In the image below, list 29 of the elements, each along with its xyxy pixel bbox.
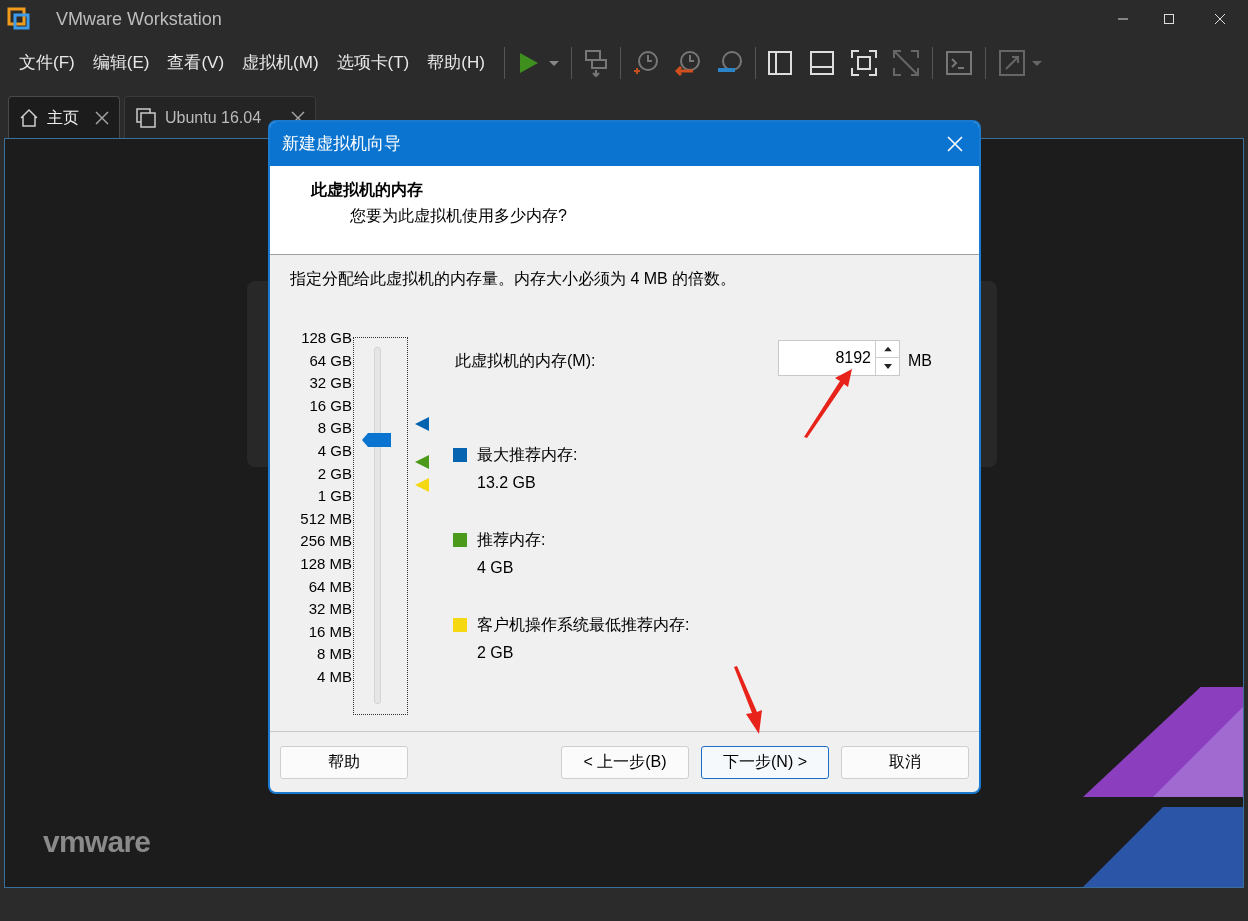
slider-tick-label: 128 GB [301, 328, 352, 348]
slider-tick-label: 4 GB [317, 440, 352, 461]
slider-tick-label: 64 GB [309, 350, 352, 371]
instruction-text: 指定分配给此虚拟机的内存量。内存大小必须为 4 MB 的倍数。 [290, 269, 738, 289]
legend-label: 推荐内存: [477, 530, 546, 550]
legend-label: 最大推荐内存: [477, 445, 578, 465]
page-subheading: 您要为此虚拟机使用多少内存? [350, 206, 568, 226]
slider-tick-label: 2 GB [317, 463, 352, 484]
memory-unit: MB [908, 351, 932, 371]
slider-tick-label: 16 GB [309, 395, 352, 416]
slider-tick-label: 512 MB [300, 508, 352, 529]
slider-tick-label: 8 GB [317, 418, 352, 439]
legend-value: 4 GB [477, 558, 515, 578]
slider-tick-label: 16 MB [308, 621, 352, 642]
legend-value: 2 GB [477, 643, 515, 663]
window-title: VMware Workstation [56, 7, 222, 31]
memory-label: 此虚拟机的内存(M): [455, 351, 596, 371]
slider-tick-label: 8 MB [317, 644, 352, 665]
slider-tick-label: 128 MB [300, 553, 352, 574]
legend-value: 13.2 GB [477, 473, 537, 493]
slider-tick-label: 1 GB [317, 486, 352, 507]
legend-label: 客户机操作系统最低推荐内存: [477, 615, 690, 635]
slider-tick-label: 32 MB [308, 599, 352, 620]
slider-tick-label: 64 MB [308, 576, 352, 597]
slider-tick-label: 32 GB [309, 373, 352, 394]
slider-tick-label: 4 MB [317, 666, 352, 687]
page-heading: 此虚拟机的内存 [311, 179, 424, 201]
vmware-logo: vmware [43, 824, 151, 860]
slider-tick-label: 256 MB [300, 531, 352, 552]
